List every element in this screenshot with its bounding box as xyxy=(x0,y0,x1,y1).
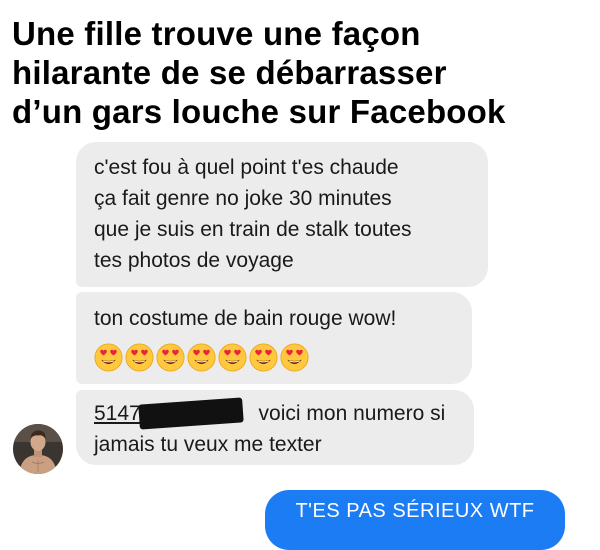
heart-eyes-emoji-icon xyxy=(249,343,278,372)
headline-line-3: d’un gars louche sur Facebook xyxy=(12,93,506,130)
message-text: ça fait genre no joke 30 minutes xyxy=(94,187,392,210)
message-text: T'ES PAS SÉRIEUX WTF xyxy=(295,500,535,522)
profile-avatar-icon xyxy=(13,424,63,474)
heart-eyes-emoji-icon xyxy=(94,343,123,372)
received-message-bubble[interactable]: c'est fou à quel point t'es chaude ça fa… xyxy=(76,142,488,287)
emoji-row xyxy=(94,343,456,372)
message-text: c'est fou à quel point t'es chaude xyxy=(94,156,399,179)
heart-eyes-emoji-icon xyxy=(280,343,309,372)
article-headline: Une fille trouve une façon hilarante de … xyxy=(12,14,597,131)
phone-number-visible: 5147 xyxy=(94,402,141,425)
message-text: voici mon numero si xyxy=(252,402,446,425)
avatar[interactable] xyxy=(13,424,63,474)
message-text: jamais tu veux me texter xyxy=(94,433,322,456)
heart-eyes-emoji-icon xyxy=(125,343,154,372)
heart-eyes-emoji-icon xyxy=(218,343,247,372)
headline-line-1: Une fille trouve une façon xyxy=(12,15,421,52)
received-message-bubble[interactable]: 5147 voici mon numero si jamais tu veux … xyxy=(76,390,474,465)
sent-message-bubble[interactable]: T'ES PAS SÉRIEUX WTF xyxy=(265,490,565,550)
message-text: ton costume de bain rouge wow! xyxy=(94,307,397,330)
message-text: tes photos de voyage xyxy=(94,249,294,272)
headline-line-2: hilarante de se débarrasser xyxy=(12,54,447,91)
phone-number-link[interactable]: 5147 xyxy=(94,397,253,430)
redaction-mark xyxy=(138,397,244,430)
heart-eyes-emoji-icon xyxy=(187,343,216,372)
message-text: que je suis en train de stalk toutes xyxy=(94,218,412,241)
message-line: 5147 voici mon numero si xyxy=(94,397,458,430)
received-message-bubble[interactable]: ton costume de bain rouge wow! xyxy=(76,292,472,384)
heart-eyes-emoji-icon xyxy=(156,343,185,372)
